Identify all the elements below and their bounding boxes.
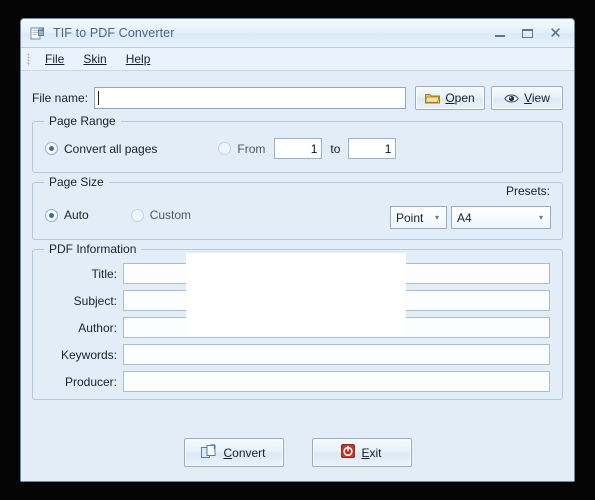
footer-actions: Convert Exit	[21, 438, 574, 467]
presets-label: Presets:	[505, 184, 550, 198]
chevron-down-icon: ▾	[538, 212, 543, 222]
text-caret	[98, 91, 100, 105]
power-exit-icon	[341, 444, 356, 461]
pdf-subject-input[interactable]	[123, 290, 550, 311]
radio-page-range-from[interactable]	[218, 142, 232, 155]
pdf-title-label: Title:	[91, 266, 117, 281]
app-window: TIF to PDF Converter ✕ File Skin Help Fi…	[20, 18, 575, 482]
page-size-legend: Page Size	[44, 175, 109, 189]
view-button-label: View	[524, 91, 550, 105]
open-button-label: Open	[445, 91, 475, 105]
view-button[interactable]: View	[491, 86, 563, 110]
convert-button[interactable]: Convert	[183, 438, 284, 467]
from-page-input[interactable]: 1	[274, 138, 323, 159]
pdf-subject-row: Subject:	[45, 289, 550, 312]
pdf-subject-label: Subject:	[73, 293, 117, 308]
eye-icon	[504, 93, 519, 104]
convert-pages-icon	[201, 443, 217, 462]
pdf-information-legend: PDF Information	[44, 242, 142, 256]
menu-skin-label: Skin	[83, 52, 107, 66]
exit-button[interactable]: Exit	[311, 438, 412, 467]
chevron-down-icon: ▾	[434, 212, 439, 222]
page-range-legend: Page Range	[44, 114, 121, 128]
pdf-keywords-label: Keywords:	[60, 347, 117, 362]
page-size-auto-label: Auto	[64, 208, 89, 222]
pdf-producer-input[interactable]	[123, 371, 550, 392]
radio-convert-all-pages[interactable]	[45, 142, 58, 155]
page-range-options: Convert all pages From 1 to 1	[45, 138, 550, 159]
preset-value: A4	[457, 210, 472, 225]
window-title: TIF to PDF Converter	[53, 26, 175, 40]
page-size-group: Page Size Presets: Auto Custom Point ▾ A…	[32, 175, 563, 240]
minimize-button[interactable]	[486, 24, 513, 43]
radio-page-size-custom[interactable]	[130, 208, 144, 222]
dialog-body: File name: Open View Page Range Convert …	[21, 71, 574, 481]
pdf-producer-label: Producer:	[64, 374, 117, 389]
from-label: From	[237, 141, 266, 156]
page-range-group: Page Range Convert all pages From 1 to 1	[32, 114, 563, 173]
close-button[interactable]: ✕	[542, 24, 569, 43]
menu-bar: File Skin Help	[21, 48, 574, 71]
pdf-author-label: Author:	[78, 320, 117, 335]
open-button[interactable]: Open	[415, 86, 485, 110]
pdf-keywords-row: Keywords:	[45, 343, 550, 366]
menu-help-label: Help	[125, 52, 151, 66]
convert-button-label: Convert	[223, 445, 266, 460]
title-bar: TIF to PDF Converter ✕	[21, 19, 574, 48]
pdf-title-input[interactable]	[123, 263, 550, 284]
exit-button-label: Exit	[361, 445, 382, 460]
file-name-row: File name: Open View	[32, 85, 563, 111]
document-printer-icon	[29, 25, 46, 42]
menu-item-skin[interactable]: Skin	[74, 49, 116, 69]
menu-grip-handle[interactable]	[27, 52, 30, 66]
menu-item-help[interactable]: Help	[117, 49, 161, 69]
pdf-title-row: Title:	[45, 262, 550, 285]
menu-file-label: File	[45, 52, 65, 66]
convert-all-pages-label: Convert all pages	[64, 141, 158, 156]
close-icon: ✕	[549, 24, 562, 42]
pdf-producer-row: Producer:	[45, 370, 550, 393]
presets-dropdown[interactable]: A4 ▾	[451, 206, 551, 229]
pdf-author-input[interactable]	[123, 317, 550, 338]
window-controls: ✕	[486, 24, 569, 43]
page-size-custom-label: Custom	[149, 208, 192, 222]
maximize-icon	[522, 28, 533, 38]
folder-icon	[425, 92, 441, 104]
unit-dropdown[interactable]: Point ▾	[390, 206, 447, 229]
pdf-author-row: Author:	[45, 316, 550, 339]
to-page-input[interactable]: 1	[348, 138, 397, 159]
maximize-button[interactable]	[514, 24, 541, 43]
pdf-keywords-input[interactable]	[123, 344, 550, 365]
file-name-label: File name:	[32, 91, 89, 105]
unit-value: Point	[396, 210, 424, 225]
presets-label-wrap: Presets:	[506, 182, 550, 200]
radio-page-size-auto[interactable]	[45, 208, 58, 222]
file-name-input[interactable]	[94, 87, 406, 109]
menu-item-file[interactable]: File	[36, 49, 74, 69]
pdf-information-group: PDF Information Title: Subject: Author: …	[32, 242, 563, 400]
to-label: to	[330, 141, 341, 156]
page-size-options: Auto Custom Point ▾ A4 ▾	[45, 206, 551, 229]
minimize-icon	[494, 35, 505, 37]
